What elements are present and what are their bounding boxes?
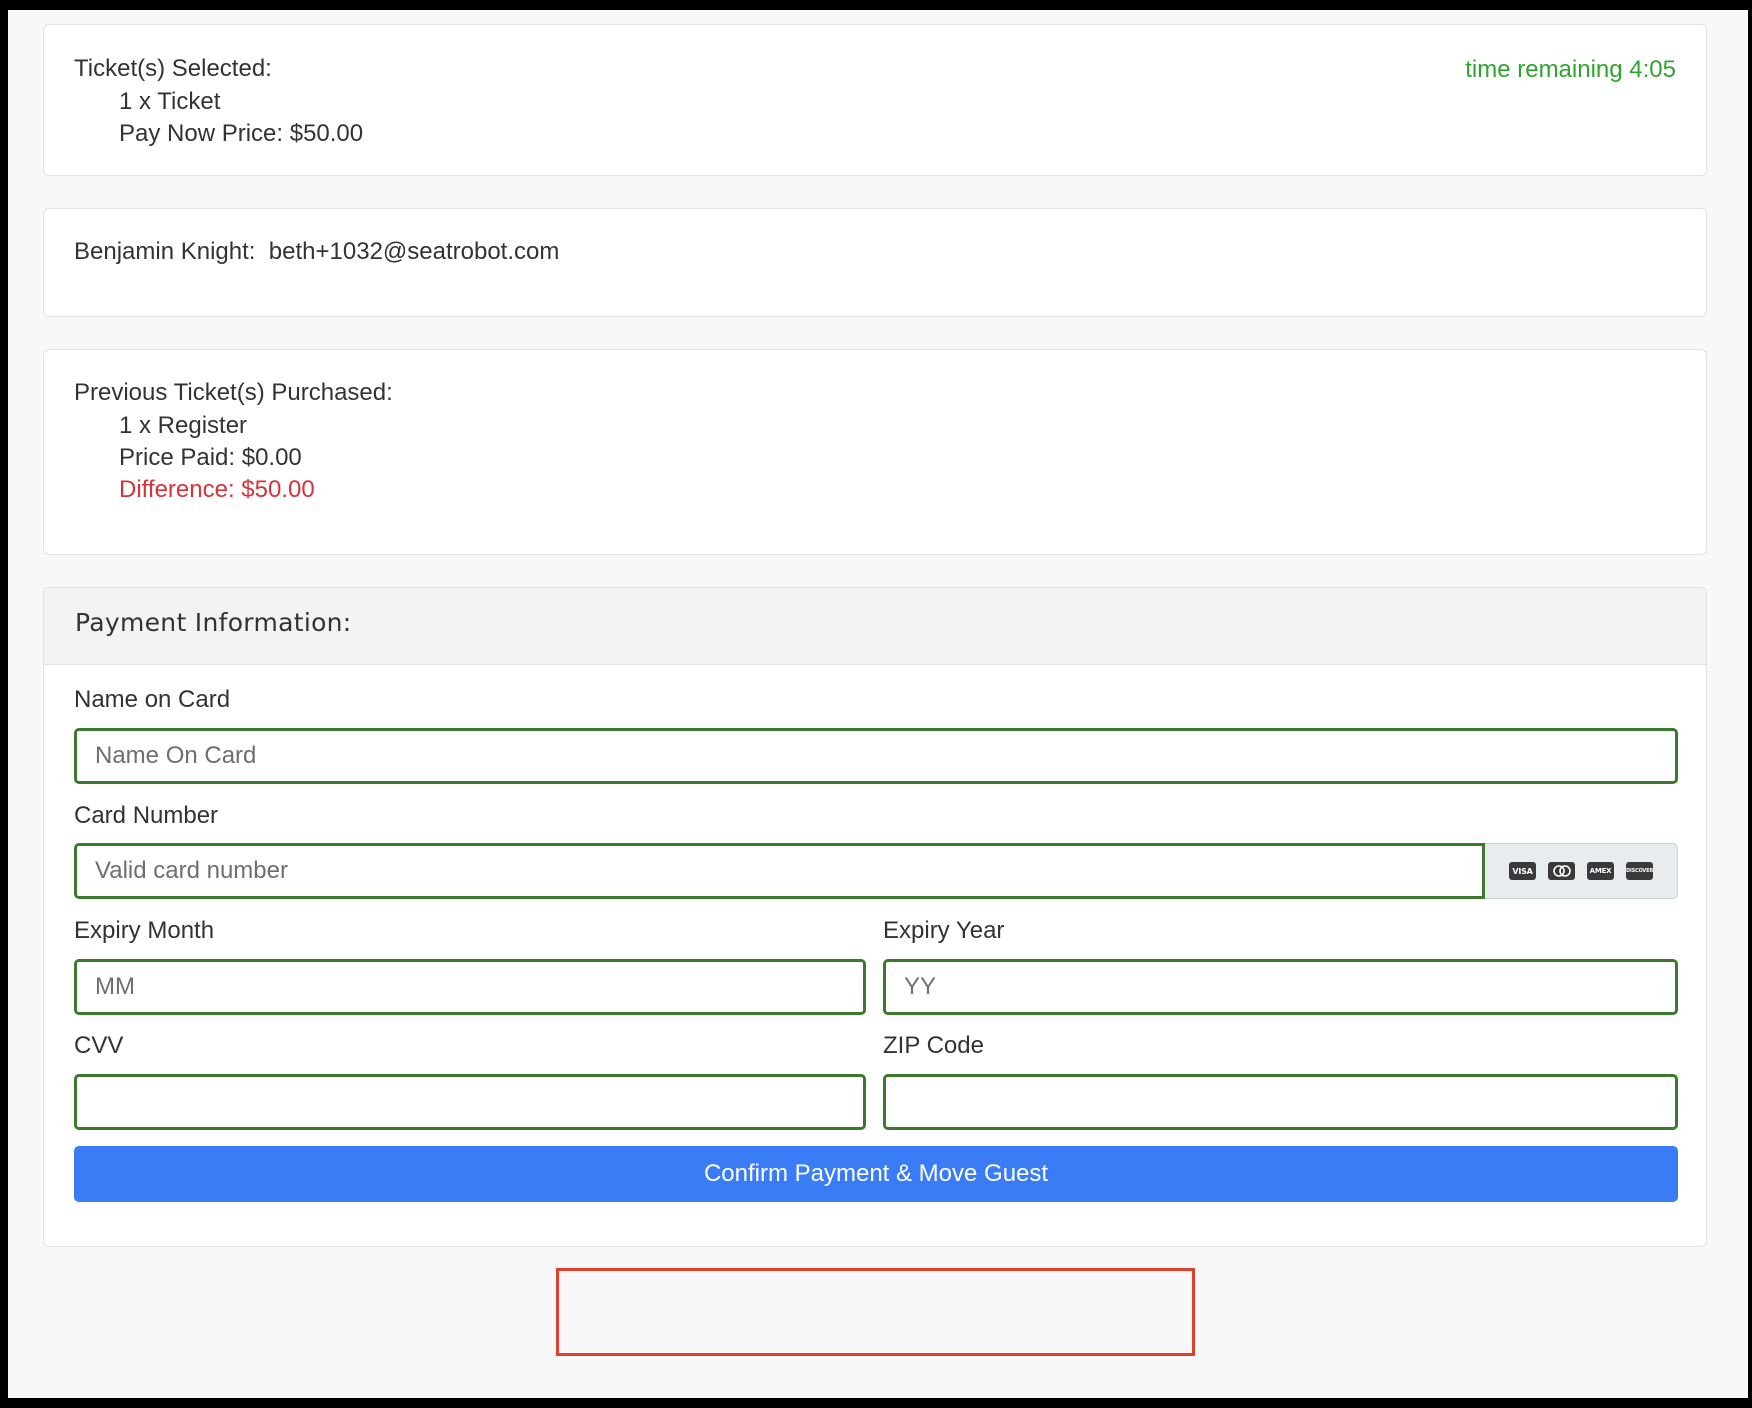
- expiry-year-label: Expiry Year: [883, 917, 1005, 944]
- name-on-card-label: Name on Card: [74, 686, 231, 713]
- payment-card: Payment Information: Name on Card Card N…: [43, 587, 1707, 1247]
- name-on-card-input[interactable]: [74, 728, 1678, 784]
- previous-tickets-heading: Previous Ticket(s) Purchased:: [74, 379, 393, 406]
- zip-code-label: ZIP Code: [883, 1032, 984, 1059]
- amex-icon: AMEX: [1587, 862, 1614, 880]
- card-number-input[interactable]: [74, 843, 1485, 899]
- card-brands: VISA AMEX DISCOVER: [1485, 843, 1678, 899]
- cvv-label: CVV: [74, 1032, 124, 1059]
- expiry-month-input[interactable]: [74, 959, 866, 1015]
- selected-ticket-quantity: 1 x Ticket: [119, 88, 221, 115]
- zip-code-input[interactable]: [883, 1074, 1678, 1130]
- guest-email: beth+1032@seatrobot.com: [268, 238, 560, 265]
- guest-name: Benjamin Knight:: [74, 238, 256, 265]
- pay-now-price: Pay Now Price: $50.00: [119, 120, 364, 147]
- guest-info: Benjamin Knight: beth+1032@seatrobot.com: [74, 238, 559, 266]
- time-remaining: time remaining 4:05: [1465, 56, 1676, 83]
- cvv-input[interactable]: [74, 1074, 866, 1130]
- payment-header: Payment Information:: [44, 588, 1706, 665]
- confirm-payment-button[interactable]: Confirm Payment & Move Guest: [74, 1146, 1678, 1202]
- highlight-box: [556, 1268, 1195, 1356]
- price-paid: Price Paid: $0.00: [119, 444, 302, 471]
- expiry-month-label: Expiry Month: [74, 917, 215, 944]
- discover-icon: DISCOVER: [1626, 862, 1653, 880]
- visa-icon: VISA: [1509, 862, 1536, 880]
- card-number-label: Card Number: [74, 802, 219, 829]
- mastercard-icon: [1548, 862, 1575, 880]
- selected-tickets-card: Ticket(s) Selected: 1 x Ticket Pay Now P…: [43, 24, 1707, 176]
- previous-ticket-quantity: 1 x Register: [119, 412, 248, 439]
- page: Ticket(s) Selected: 1 x Ticket Pay Now P…: [8, 10, 1748, 1398]
- previous-tickets-card: Previous Ticket(s) Purchased: 1 x Regist…: [43, 349, 1707, 555]
- payment-title: Payment Information:: [75, 608, 352, 637]
- guest-card: Benjamin Knight: beth+1032@seatrobot.com: [43, 208, 1707, 317]
- expiry-year-input[interactable]: [883, 959, 1678, 1015]
- selected-tickets-heading: Ticket(s) Selected:: [74, 55, 272, 82]
- price-difference: Difference: $50.00: [119, 476, 315, 503]
